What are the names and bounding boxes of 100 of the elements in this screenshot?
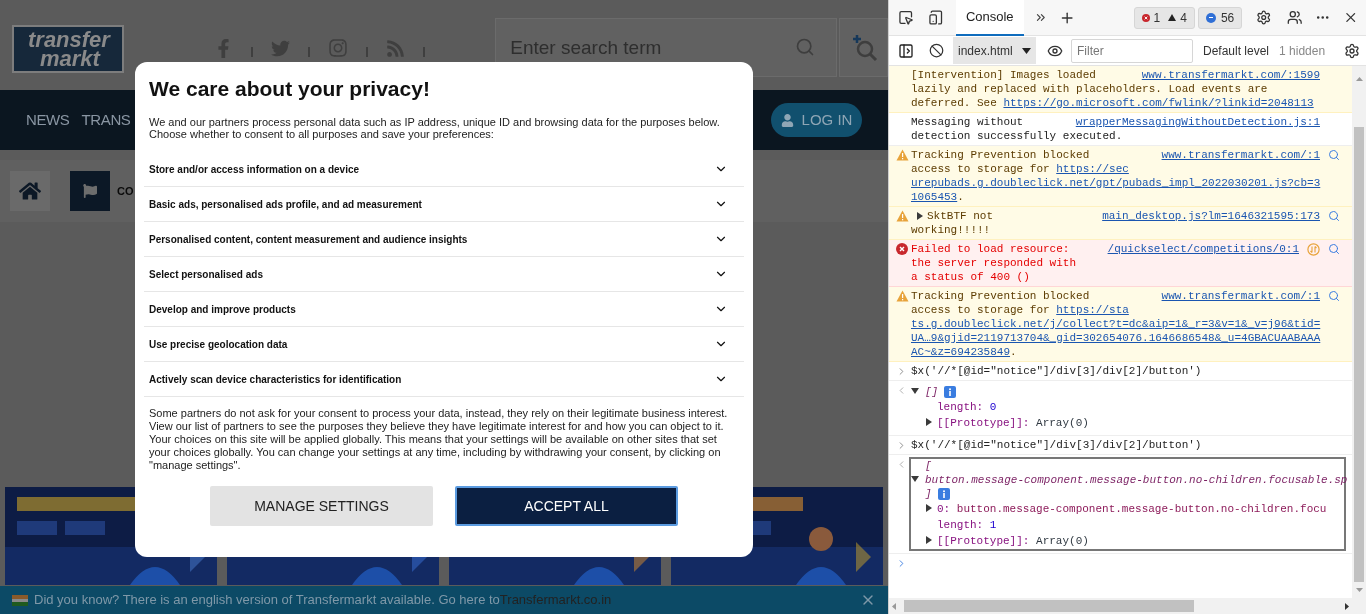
settings-icon[interactable]: [1344, 42, 1360, 59]
message-counts[interactable]: 1 4: [1133, 6, 1195, 29]
message-line: Tracking Prevention blocked: [911, 289, 1090, 303]
source-link[interactable]: www.transfermarkt.com/:1599: [1141, 68, 1320, 82]
message-link[interactable]: https://sec: [1056, 163, 1129, 175]
warning-count-icon: [1168, 14, 1177, 21]
horizontal-scrollbar[interactable]: [889, 598, 1366, 614]
message-link[interactable]: UA…9&gjid=2119713704&_gid=302654076.1646686548&_u=4GBACUAABAAA: [911, 332, 1321, 344]
inspect-icon[interactable]: [898, 9, 914, 26]
property-text: [[Prototype]]: Array(0): [937, 416, 1089, 430]
message-line: AC~&z=694235849.: [911, 346, 1017, 358]
user-icon: [780, 113, 794, 127]
flag-button[interactable]: [70, 171, 110, 211]
message-line: [Intervention] Images loaded: [911, 68, 1096, 82]
purpose-row[interactable]: Personalised content, content measurement and audience insights: [144, 222, 744, 257]
info-icon[interactable]: [937, 488, 950, 500]
property-text: length: 0: [937, 400, 997, 414]
message-line: a status of 400 (): [911, 271, 1030, 283]
filter-field[interactable]: Filter: [1071, 38, 1193, 63]
warning-icon: [896, 210, 909, 222]
purpose-row[interactable]: Use precise geolocation data: [144, 327, 744, 362]
message-link[interactable]: urepubads.g.doubleclick.net/gpt/pubads_impl_2022030201.js?cb=3: [911, 177, 1321, 189]
flag-icon: [12, 594, 28, 606]
expand-triangle-icon[interactable]: [925, 536, 933, 544]
warning-icon: [896, 290, 909, 302]
context-select[interactable]: index.html: [953, 37, 1036, 64]
accept-button[interactable]: ACCEPT ALL: [455, 486, 678, 526]
flag-icon: [83, 184, 97, 198]
source-link[interactable]: www.transfermarkt.com/:1: [1161, 148, 1320, 162]
purpose-row[interactable]: Select personalised ads: [144, 257, 744, 292]
message-line: 1065453.: [911, 191, 964, 203]
info-icon[interactable]: [944, 386, 957, 398]
search-icon[interactable]: [1328, 290, 1340, 302]
source-link[interactable]: wrapperMessagingWithoutDetection.js:1: [1075, 115, 1320, 129]
message-line: SktBTF not: [927, 209, 993, 223]
dialog-title: We care about your privacy!: [149, 76, 431, 102]
message-link[interactable]: https://sta: [1056, 304, 1129, 316]
clear-icon[interactable]: [929, 43, 944, 58]
result-summary[interactable]: [: [925, 459, 932, 473]
nav-link[interactable]: NEWS: [26, 108, 70, 132]
intro-text: We and our partners process personal data such as IP address, unique ID and browsing data for the purposes below. Choose whether to consent to all purposes and save your preferences:: [149, 116, 721, 140]
message-line: access to storage for https://sta: [911, 304, 1129, 316]
purpose-row[interactable]: Actively scan device characteristics for identification: [144, 362, 744, 397]
expand-triangle-icon[interactable]: [925, 418, 933, 426]
expand-triangle-icon[interactable]: [925, 504, 933, 512]
dropdown-icon: [1022, 47, 1031, 54]
scroll-right-icon[interactable]: [1345, 602, 1349, 610]
message-link[interactable]: https://go.microsoft.com/fwlink/?linkid=2048113: [1003, 97, 1314, 109]
vertical-scrollbar[interactable]: [1352, 66, 1366, 598]
message-link[interactable]: 1065453: [911, 191, 958, 203]
console-tab[interactable]: Console: [955, 0, 1024, 36]
settings-icon[interactable]: [1256, 9, 1272, 26]
search-icon[interactable]: [1328, 149, 1340, 161]
hidden-count: 1 hidden: [1279, 42, 1326, 60]
source-link[interactable]: main_desktop.js?lm=1646321595:173: [1102, 209, 1320, 223]
people-icon[interactable]: [1286, 9, 1303, 26]
purpose-row[interactable]: Basic ads, personalised ads profile, and ad measurement: [144, 187, 744, 222]
levels-dropdown[interactable]: Default level: [1203, 41, 1270, 60]
purpose-row[interactable]: Store and/or access information on a device: [144, 152, 744, 187]
device-icon[interactable]: [928, 9, 944, 26]
property-text: [[Prototype]]: Array(0): [937, 534, 1089, 548]
message-line: Tracking Prevention blocked: [911, 148, 1090, 162]
command-text: $x('//*[@id="notice"]/div[3]/div[2]/button'): [911, 438, 1202, 452]
scrollbar-thumb[interactable]: [1354, 127, 1364, 582]
home-icon: [19, 180, 41, 202]
nav-link[interactable]: TRANS: [81, 108, 131, 132]
expand-triangle-icon[interactable]: [911, 387, 919, 395]
message-line: working!!!!!: [911, 224, 991, 236]
issues-count[interactable]: 56: [1197, 6, 1243, 29]
purpose-row[interactable]: Develop and improve products: [144, 292, 744, 327]
message-line: deferred. See https://go.microsoft.com/fwlink/?linkid=2048113: [911, 97, 1314, 109]
error-icon: [896, 243, 908, 255]
property-text: length: 1: [937, 518, 997, 532]
sidebar-icon[interactable]: [898, 42, 914, 59]
search-icon[interactable]: [1328, 210, 1340, 222]
source-link[interactable]: www.transfermarkt.com/:1: [1161, 289, 1320, 303]
home-button[interactable]: [10, 171, 50, 211]
message-line: access to storage for https://sec: [911, 163, 1129, 175]
message-line: lazily and replaced with placeholders. Load events are: [911, 83, 1268, 95]
command-text: $x('//*[@id="notice"]/div[3]/div[2]/button'): [911, 364, 1202, 378]
scrollbar-thumb[interactable]: [904, 600, 1194, 612]
warning-icon: [896, 149, 909, 161]
property-text: 0: button.message-component.message-button.no-children.focu: [937, 502, 1327, 516]
message-line: the server responded with: [911, 257, 1077, 269]
result-summary[interactable]: ]: [925, 487, 932, 501]
error-icon: [1141, 13, 1150, 22]
notice-text: Some partners do not ask for your consent to process your data, instead, they rely on their legitimate business interest. View our list of partners to see the purposes they believe they have legitimate interest for and how you can object to it.: [149, 407, 729, 433]
notice-text: Your choices on this site will be applied globally. This means that your settings will be available on other sites that set your choices globally. You can change your settings at any time, including by withdrawing your consent, by clicking on "manage settings".: [149, 433, 722, 472]
expand-triangle-icon[interactable]: [916, 212, 924, 220]
banner-text: Did you know? There is an english version of Transfermarkt available. Go here toTransfermarkt.co.in: [34, 591, 612, 610]
message-link[interactable]: AC~&z=694235849: [911, 346, 1011, 358]
result-summary[interactable]: []: [925, 385, 939, 399]
expand-triangle-icon[interactable]: [911, 475, 919, 483]
settings-button[interactable]: MANAGE SETTINGS: [210, 486, 433, 526]
message-line: Messaging without: [911, 115, 1024, 129]
chat-icon: [1205, 12, 1216, 23]
search-icon[interactable]: [1328, 243, 1340, 255]
message-link[interactable]: ts.g.doubleclick.net/j/collect?t=dc&aip=1&_r=3&v=1&_v=j96&tid=: [911, 318, 1321, 330]
source-link[interactable]: /quickselect/competitions/0:1: [1107, 242, 1299, 256]
logo[interactable]: transfer markt: [12, 25, 125, 73]
